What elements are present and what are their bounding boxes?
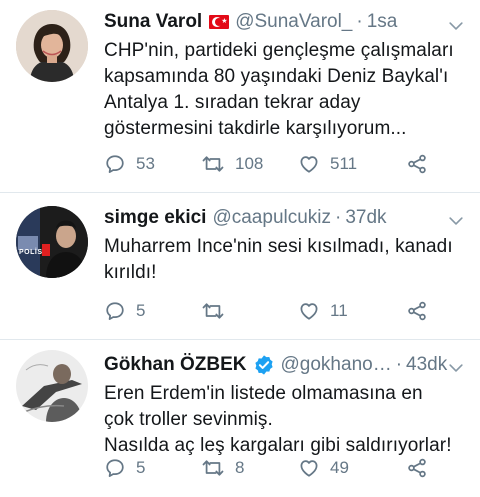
tweet-actions: 5 8 49 (104, 456, 428, 480)
retweet-icon (201, 457, 225, 479)
reply-count: 53 (136, 154, 155, 173)
tweet[interactable]: POLİS simge ekici @caapulcukiz · 37dk Mu… (0, 193, 480, 340)
reply-count: 5 (136, 458, 146, 477)
share-icon (406, 300, 428, 322)
avatar[interactable] (16, 10, 88, 82)
tweet-text: CHP'nin, partideki gençleşme çalışmaları… (104, 40, 454, 139)
author-handle[interactable]: @caapulcukiz (212, 206, 331, 230)
separator: · (356, 11, 363, 32)
share-button[interactable] (406, 300, 428, 322)
reply-icon (104, 457, 126, 479)
timestamp[interactable]: 43dk (406, 353, 447, 377)
share-button[interactable] (406, 153, 428, 175)
share-icon (406, 153, 428, 175)
retweet-count: 108 (235, 154, 264, 173)
chevron-down-icon[interactable] (446, 358, 466, 378)
retweet-button[interactable]: 8 (201, 457, 298, 479)
share-button[interactable] (406, 457, 428, 479)
like-button[interactable]: 11 (298, 300, 395, 322)
like-count: 49 (330, 458, 349, 477)
like-count: 11 (330, 301, 348, 320)
retweet-icon (201, 300, 225, 322)
author-handle[interactable]: @gokhano… (281, 353, 392, 377)
like-count: 511 (330, 154, 358, 173)
like-icon (298, 300, 320, 322)
retweet-count: 8 (235, 458, 245, 477)
like-icon (298, 153, 320, 175)
reply-button[interactable]: 5 (104, 457, 201, 479)
share-icon (406, 457, 428, 479)
tweet-actions: 5 11 (104, 299, 428, 323)
avatar[interactable]: POLİS (16, 206, 88, 278)
chevron-down-icon[interactable] (446, 16, 466, 36)
avatar[interactable] (16, 350, 88, 422)
author-name[interactable]: Suna Varol (104, 10, 202, 34)
tweet-text: Eren Erdem'in listede olmamasına en çok … (104, 383, 452, 456)
retweet-button[interactable]: 108 (201, 153, 298, 175)
author-handle[interactable]: @SunaVarol_ (235, 10, 352, 34)
retweet-icon (201, 153, 225, 175)
timestamp[interactable]: 37dk (345, 206, 386, 230)
reply-icon (104, 300, 126, 322)
author-name[interactable]: Gökhan ÖZBEK (104, 353, 247, 377)
avatar-label: POLİS (19, 249, 43, 256)
like-icon (298, 457, 320, 479)
timestamp[interactable]: 1sa (367, 10, 398, 34)
chevron-down-icon[interactable] (446, 211, 466, 231)
separator: · (335, 207, 342, 228)
verified-badge-icon (253, 354, 275, 376)
tweet-actions: 53 108 511 (104, 152, 428, 176)
tweet-text: Muharrem Ince'nin sesi kısılmadı, kanadı… (104, 236, 453, 283)
author-name[interactable]: simge ekici (104, 206, 206, 230)
separator: · (395, 354, 403, 375)
reply-icon (104, 153, 126, 175)
like-button[interactable]: 511 (298, 153, 395, 175)
tweet[interactable]: Suna Varol ★ @SunaVarol_ · 1sa CHP'nin, … (0, 0, 480, 193)
retweet-button[interactable] (201, 300, 298, 322)
reply-count: 5 (136, 301, 146, 320)
like-button[interactable]: 49 (298, 457, 395, 479)
tweet[interactable]: Gökhan ÖZBEK @gokhano… · 43dk Eren Erdem… (0, 340, 480, 497)
tweet-feed: Suna Varol ★ @SunaVarol_ · 1sa CHP'nin, … (0, 0, 480, 497)
reply-button[interactable]: 5 (104, 300, 201, 322)
turkey-flag-icon: ★ (209, 15, 230, 29)
reply-button[interactable]: 53 (104, 153, 201, 175)
